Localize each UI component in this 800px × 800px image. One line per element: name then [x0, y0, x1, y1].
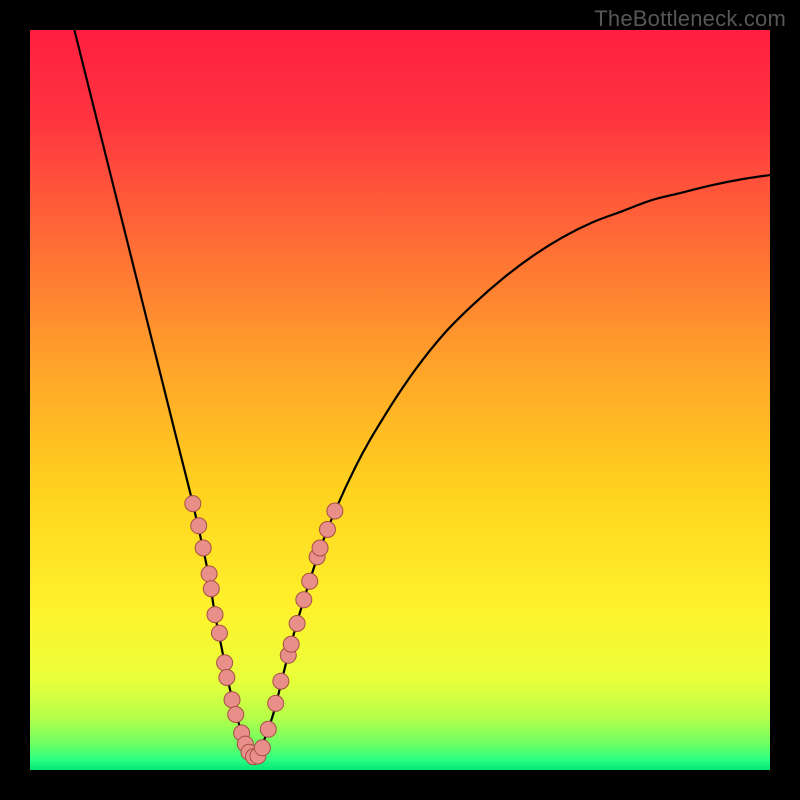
- chart-frame: TheBottleneck.com: [0, 0, 800, 800]
- background-gradient: [30, 30, 770, 770]
- watermark-text: TheBottleneck.com: [594, 6, 786, 32]
- plot-area: [30, 30, 770, 770]
